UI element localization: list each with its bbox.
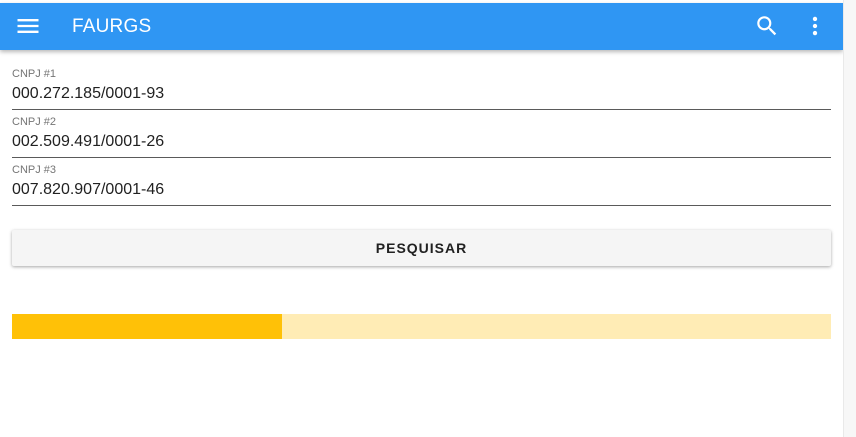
cnpj-field-3-label: CNPJ #3: [12, 164, 57, 176]
search-button[interactable]: [754, 13, 780, 39]
menu-icon: [17, 19, 39, 33]
cnpj-field-3: CNPJ #3: [12, 162, 831, 206]
more-options-button[interactable]: [802, 13, 828, 39]
progress-bar: [12, 314, 831, 339]
cnpj-field-2: CNPJ #2: [12, 114, 831, 158]
screen: FAURGS CNPJ #1 CNPJ #2 CNPJ #3 PESQUISAR: [0, 0, 856, 437]
cnpj-input-1[interactable]: [12, 83, 831, 105]
progress-bar-fill: [12, 314, 283, 339]
pesquisar-button[interactable]: PESQUISAR: [12, 230, 831, 266]
app-title: FAURGS: [72, 16, 152, 37]
cnpj-field-2-label: CNPJ #2: [12, 116, 57, 128]
cnpj-input-3[interactable]: [12, 179, 831, 201]
menu-button[interactable]: [14, 12, 42, 40]
app-bar: FAURGS: [0, 3, 843, 50]
more-vert-icon: [812, 16, 818, 36]
cnpj-field-1-label: CNPJ #1: [12, 68, 57, 80]
cnpj-field-1: CNPJ #1: [12, 66, 831, 110]
scrollbar-track[interactable]: [843, 0, 856, 437]
search-icon: [757, 16, 777, 36]
cnpj-input-2[interactable]: [12, 131, 831, 153]
